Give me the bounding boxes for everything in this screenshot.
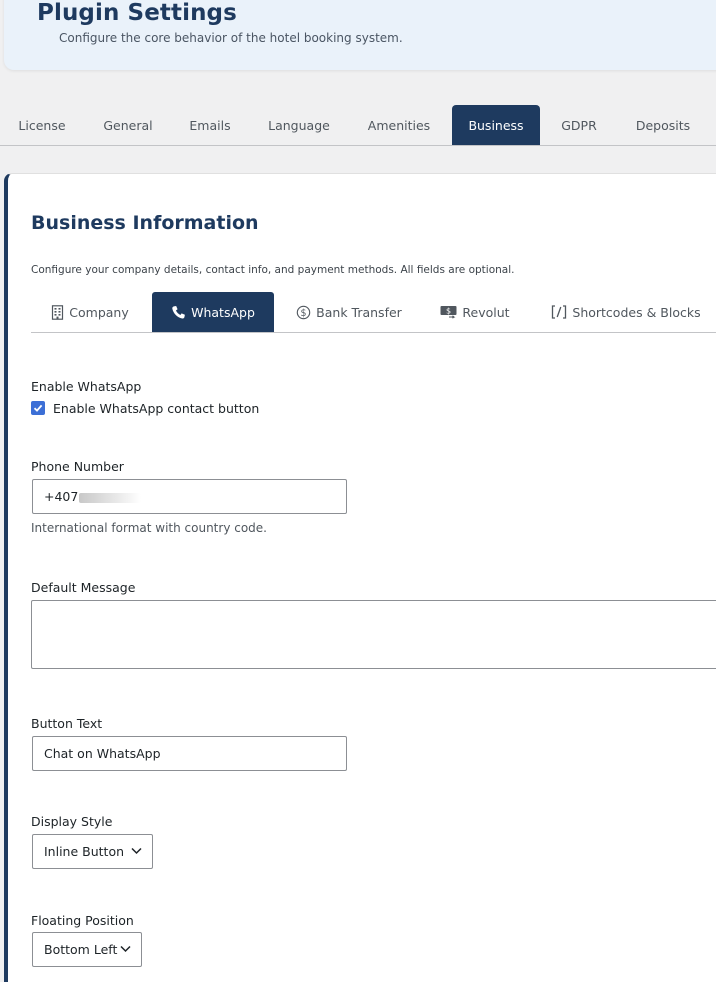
shortcode-icon — [552, 305, 567, 319]
subtab-label: Bank Transfer — [316, 304, 402, 320]
tab-business[interactable]: Business — [452, 105, 540, 145]
redacted-blur — [79, 492, 142, 503]
tab-general[interactable]: General — [86, 105, 170, 145]
button-text-label: Button Text — [31, 716, 103, 731]
tab-license[interactable]: License — [0, 105, 84, 145]
sub-tabs: Company WhatsApp $ Bank Transfer $ Revol… — [31, 292, 716, 333]
phone-number-help: International format with country code. — [31, 521, 267, 535]
tab-gdpr[interactable]: GDPR — [542, 105, 616, 145]
chevron-down-icon — [120, 945, 131, 953]
display-style-value: Inline Button — [44, 844, 125, 859]
subtab-shortcodes[interactable]: Shortcodes & Blocks — [541, 292, 711, 332]
page-title: Plugin Settings — [37, 0, 237, 26]
subtab-whatsapp[interactable]: WhatsApp — [152, 292, 274, 332]
phone-icon — [172, 305, 185, 319]
building-icon — [52, 304, 64, 320]
tab-deposits[interactable]: Deposits — [618, 105, 708, 145]
display-style-label: Display Style — [31, 814, 113, 829]
floating-position-select[interactable]: Bottom Left — [32, 932, 142, 967]
page-subtitle: Configure the core behavior of the hotel… — [59, 31, 403, 45]
phone-number-input[interactable]: +407 — [32, 479, 347, 514]
checkmark-icon — [33, 404, 43, 412]
tab-language[interactable]: Language — [250, 105, 348, 145]
enable-whatsapp-checkbox-label[interactable]: Enable WhatsApp contact button — [53, 401, 259, 416]
subtab-revolut[interactable]: $ Revolut — [430, 292, 520, 332]
tab-emails[interactable]: Emails — [172, 105, 248, 145]
main-tabs: License General Emails Language Amenitie… — [0, 105, 716, 146]
subtab-label: Company — [69, 304, 129, 320]
section-description: Configure your company details, contact … — [31, 264, 515, 276]
display-style-select[interactable]: Inline Button — [32, 834, 153, 869]
enable-whatsapp-label: Enable WhatsApp — [31, 379, 142, 394]
phone-number-value: +407 — [44, 489, 79, 504]
subtab-company[interactable]: Company — [31, 292, 149, 332]
subtab-bank-transfer[interactable]: $ Bank Transfer — [282, 292, 416, 332]
svg-text:$: $ — [301, 307, 307, 318]
money-transfer-icon: $ — [440, 306, 457, 319]
floating-position-value: Bottom Left — [44, 942, 118, 957]
phone-number-label: Phone Number — [31, 459, 124, 474]
enable-whatsapp-checkbox[interactable] — [31, 401, 45, 415]
dollar-icon: $ — [296, 305, 311, 319]
default-message-textarea[interactable] — [31, 600, 716, 669]
chevron-down-icon — [131, 847, 142, 855]
subtab-label: Revolut — [462, 304, 510, 320]
tab-amenities[interactable]: Amenities — [350, 105, 448, 145]
floating-position-label: Floating Position — [31, 913, 134, 928]
subtab-label: WhatsApp — [191, 304, 255, 320]
subtab-label: Shortcodes & Blocks — [572, 304, 701, 320]
svg-text:$: $ — [446, 307, 451, 316]
default-message-label: Default Message — [31, 580, 136, 595]
section-title: Business Information — [31, 212, 259, 234]
button-text-input[interactable]: Chat on WhatsApp — [32, 736, 347, 771]
